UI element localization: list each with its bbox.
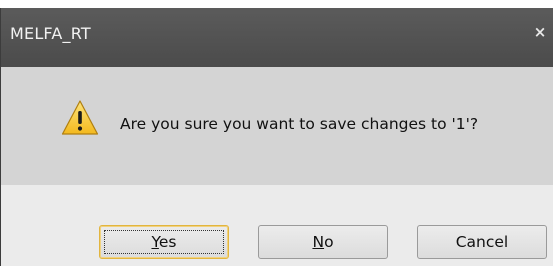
no-mnemonic: N xyxy=(312,233,325,251)
confirm-dialog: MELFA_RT × Are you sure you want to save… xyxy=(0,8,553,266)
message-area: Are you sure you want to save changes to… xyxy=(1,67,553,185)
focus-indicator xyxy=(104,230,224,254)
warning-icon xyxy=(61,100,99,135)
yes-button[interactable]: Yes xyxy=(99,225,229,259)
title-bar[interactable]: MELFA_RT × xyxy=(1,8,553,67)
cancel-label: Cancel xyxy=(455,233,509,251)
no-button[interactable]: No xyxy=(258,225,388,259)
dialog-title: MELFA_RT xyxy=(10,24,91,43)
no-label-rest: o xyxy=(324,233,334,251)
button-bar: Yes No Cancel xyxy=(1,185,553,266)
page: MELFA_RT × Are you sure you want to save… xyxy=(0,0,553,266)
cancel-button[interactable]: Cancel xyxy=(417,225,547,259)
dialog-message: Are you sure you want to save changes to… xyxy=(120,115,479,133)
close-icon[interactable]: × xyxy=(532,22,548,42)
